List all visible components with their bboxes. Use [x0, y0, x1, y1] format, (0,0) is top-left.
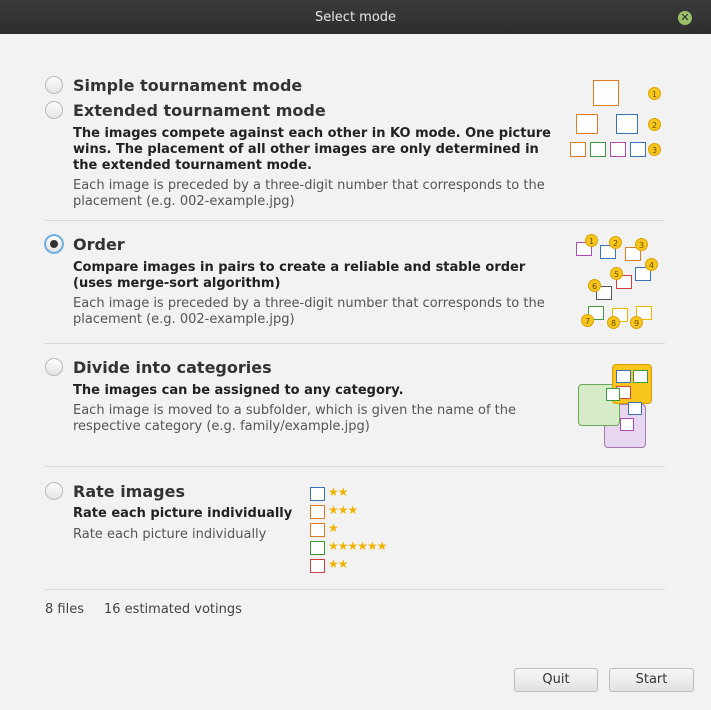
radio-extended-tournament[interactable] — [45, 101, 63, 119]
rank-badge: 8 — [607, 316, 620, 329]
window-title: Select mode — [314, 10, 397, 25]
star-icon: ★ — [328, 521, 339, 535]
order-note: Each image is preceded by a three-digit … — [73, 296, 545, 327]
categories-description: The images can be assigned to any catego… — [73, 383, 404, 398]
categories-note: Each image is moved to a subfolder, whic… — [73, 403, 516, 434]
title-bar: Select mode ✕ — [0, 0, 711, 34]
radio-divide-categories[interactable] — [45, 358, 63, 376]
order-description: Compare images in pairs to create a reli… — [73, 260, 526, 291]
rank-badge: 4 — [645, 258, 658, 271]
image-icon — [310, 541, 325, 555]
separator — [45, 466, 665, 467]
extended-tournament-description: The images compete against each other in… — [73, 126, 551, 173]
rank-badge: 2 — [648, 118, 661, 131]
dialog-window: Select mode ✕ Simple tournament mode Ext… — [0, 0, 711, 710]
image-icon — [606, 388, 620, 401]
rank-badge: 1 — [585, 234, 598, 247]
mode-title-rate-images: Rate images — [73, 482, 185, 501]
close-icon[interactable]: ✕ — [678, 11, 692, 25]
rate-note: Rate each picture individually — [73, 527, 267, 542]
image-icon — [610, 142, 626, 157]
image-icon — [590, 142, 606, 157]
quit-button[interactable]: Quit — [514, 668, 598, 692]
separator — [45, 589, 665, 590]
rank-badge: 6 — [588, 279, 601, 292]
image-icon — [620, 418, 634, 431]
image-icon — [310, 505, 325, 519]
order-illustration: 1 2 3 4 5 6 7 8 9 — [574, 232, 660, 330]
rank-badge: 7 — [581, 314, 594, 327]
radio-order[interactable] — [45, 235, 63, 253]
mode-title-divide-categories: Divide into categories — [73, 358, 272, 377]
file-count: 8 files — [45, 602, 84, 617]
image-icon — [310, 487, 325, 501]
estimated-votings: 16 estimated votings — [104, 602, 242, 617]
image-icon — [633, 370, 648, 383]
star-icon: ★★ — [328, 557, 348, 571]
image-icon — [310, 559, 325, 573]
rate-description: Rate each picture individually — [73, 506, 293, 521]
radio-rate-images[interactable] — [45, 482, 63, 500]
star-icon: ★★★ — [328, 503, 358, 517]
star-icon: ★★★★★★ — [328, 539, 388, 553]
tournament-illustration: 1 2 3 — [568, 80, 668, 162]
categories-illustration — [576, 362, 658, 458]
radio-simple-tournament[interactable] — [45, 76, 63, 94]
start-button[interactable]: Start — [609, 668, 694, 692]
mode-title-order: Order — [73, 235, 125, 254]
separator — [45, 343, 665, 344]
rank-badge: 3 — [635, 238, 648, 251]
image-icon — [593, 80, 619, 106]
image-icon — [630, 142, 646, 157]
separator — [45, 220, 665, 221]
rank-badge: 1 — [648, 87, 661, 100]
rank-badge: 3 — [648, 143, 661, 156]
image-icon — [570, 142, 586, 157]
star-icon: ★★ — [328, 485, 348, 499]
image-icon — [310, 523, 325, 537]
rank-badge: 5 — [610, 267, 623, 280]
image-icon — [616, 370, 631, 383]
image-icon — [616, 114, 638, 134]
rank-badge: 9 — [630, 316, 643, 329]
rank-badge: 2 — [609, 236, 622, 249]
mode-title-extended-tournament: Extended tournament mode — [73, 101, 326, 120]
image-icon — [576, 114, 598, 134]
image-icon — [628, 402, 642, 415]
extended-tournament-note: Each image is preceded by a three-digit … — [73, 178, 545, 209]
dialog-content: Simple tournament mode Extended tourname… — [0, 34, 711, 710]
mode-title-simple-tournament: Simple tournament mode — [73, 76, 303, 95]
